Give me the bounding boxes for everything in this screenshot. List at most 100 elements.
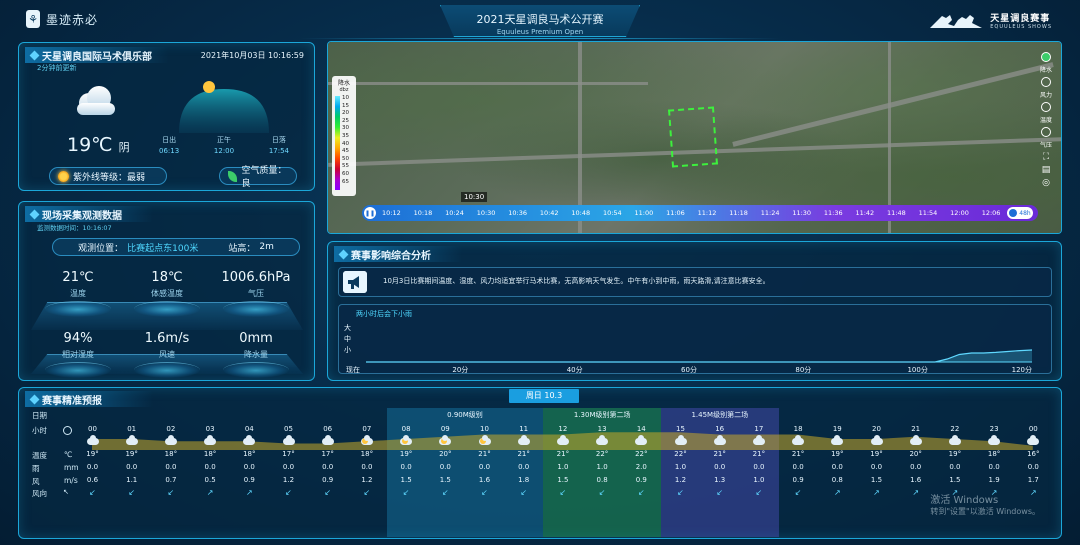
range-toggle[interactable]: 48h (1007, 207, 1033, 219)
cloud-icon (792, 435, 805, 445)
temp-value: 18° (987, 450, 1001, 458)
timeline-tick[interactable]: 10:24 (445, 209, 464, 217)
weather-icon (779, 435, 818, 445)
rain-xtick: 现在 (346, 365, 360, 374)
wind-value: 1.2 (361, 476, 373, 484)
air-chip: 空气质量：良 (219, 166, 297, 189)
hour-label: 20 (872, 425, 881, 433)
venue-boundary[interactable] (668, 106, 718, 168)
weather-icon (504, 435, 543, 445)
timeline-tick[interactable]: 11:24 (761, 209, 780, 217)
impact-summary: 10月3日比赛期间温度、湿度、风力均适宜举行马术比赛，无高影响天气发生。中午有小… (338, 267, 1052, 297)
wind-arrow-icon: ↙ (677, 488, 684, 497)
wind-dir: ↙ (465, 488, 504, 497)
timeline-tick[interactable]: 12:00 (950, 209, 969, 217)
cloud-icon (635, 435, 648, 445)
layers-icon[interactable]: ▤ (1035, 165, 1057, 175)
timeline-tick[interactable]: 11:30 (792, 209, 811, 217)
radar-legend: 降水 dbz 10 15 20 25 30 35 40 45 50 55 60 65 (332, 76, 356, 196)
impact-title: 赛事影响综合分析 (351, 250, 431, 262)
weather-icon (387, 435, 426, 445)
cloud-icon (243, 435, 256, 445)
radar-map[interactable]: 降水 dbz 10 15 20 25 30 35 40 45 50 55 60 65 降水 风力 温度… (327, 41, 1062, 234)
timeline-tick[interactable]: 11:36 (824, 209, 843, 217)
timeline-tick[interactable]: 11:48 (887, 209, 906, 217)
wind-value: 0.6 (86, 476, 99, 484)
panel-title-obs: 现场采集观测数据 (25, 206, 185, 222)
obs-title: 现场采集观测数据 (42, 210, 122, 222)
cloud-icon (321, 435, 334, 445)
timeline-tick[interactable]: 10:36 (508, 209, 527, 217)
timeline-tick[interactable]: 11:00 (635, 209, 654, 217)
rain-value: 0.0 (792, 463, 804, 471)
rain-title: 两小时后会下小雨 (356, 310, 412, 318)
wind-value: 1.3 (714, 476, 726, 484)
weather-icon (1014, 435, 1053, 445)
hour-label: 11 (519, 425, 529, 433)
timeline-tick[interactable]: 11:06 (666, 209, 685, 217)
wind-value: 1.2 (674, 476, 687, 484)
timeline-tick[interactable]: 11:18 (729, 209, 748, 217)
rain-value: 0.0 (753, 463, 765, 471)
metric-temp: 21℃ 温度 (41, 270, 115, 317)
event-band-label: 1.30M级别第二场 (573, 411, 631, 419)
hour-label: 07 (362, 425, 372, 433)
diamond-icon (29, 50, 40, 60)
rain-value: 1.0 (596, 463, 608, 471)
timeline-tick[interactable]: 11:42 (855, 209, 874, 217)
temp-value: 20° (439, 450, 452, 458)
timeline-tick[interactable]: 12:06 (982, 209, 1001, 217)
forecast-date[interactable]: 周日 10.3 (509, 389, 579, 403)
pause-button[interactable]: ❚❚ (364, 207, 376, 219)
tool-precip[interactable]: 降水 (1035, 52, 1057, 74)
temp-value: 17° (282, 450, 295, 458)
fullscreen-icon[interactable]: ⛶ (1035, 152, 1057, 162)
sun-times: 日出 06:13 正午 12:00 日落 17:54 (159, 135, 289, 155)
timeline-tick[interactable]: 10:42 (540, 209, 559, 217)
weather-icon (308, 435, 347, 445)
wind-value: 1.8 (518, 476, 530, 484)
hour-label: 02 (166, 425, 176, 433)
temp-value: 21° (478, 450, 491, 458)
cloud-icon (204, 435, 217, 445)
timeline-tick[interactable]: 10:48 (571, 209, 590, 217)
timeline-tick[interactable]: 10:18 (414, 209, 433, 217)
legend-value: 35 (342, 132, 349, 139)
tool-pressure[interactable]: 气压 (1035, 127, 1057, 149)
wind-arrow-icon: ↙ (402, 488, 410, 497)
wind-value: 0.5 (204, 476, 216, 484)
globe-icon[interactable]: ◎ (1035, 178, 1057, 188)
weather-icon (896, 435, 935, 445)
windows-watermark: 激活 Windows 转到"设置"以激活 Windows。 (930, 495, 1040, 516)
diamond-icon (29, 394, 40, 404)
timeline-tick[interactable]: 10:30 (477, 209, 496, 217)
wind-dir: ↙ (739, 488, 778, 497)
wind-arrow-icon: ↙ (167, 488, 175, 497)
temp-value: 21° (517, 450, 530, 458)
temp-value: 21° (752, 450, 766, 458)
row-label-temp: 温度 (32, 451, 47, 460)
tool-temp[interactable]: 温度 (1035, 102, 1057, 124)
timeline-slider[interactable]: ❚❚ 10:12 10:18 10:24 10:30 10:36 10:42 10:48 10… (362, 205, 1038, 221)
impact-text: 10月3日比赛期间温度、湿度、风力均适宜举行马术比赛，无高影响天气发生。中午有小… (383, 277, 770, 285)
wind-arrow-icon: ↙ (285, 488, 292, 497)
rain-level-label: 中 (344, 334, 351, 343)
rain-area (366, 350, 1032, 362)
hour-label: 16 (715, 425, 725, 433)
obs-location: 观测位置： 比赛起点东100米 站高： 2m (52, 238, 300, 256)
wind-dir: ↙ (112, 488, 151, 497)
wind-arrow-icon: ↗ (912, 488, 920, 497)
tool-wind[interactable]: 风力 (1035, 77, 1057, 99)
timeline-tick[interactable]: 11:54 (919, 209, 938, 217)
top-bar: ⚘ 墨迹赤必 2021天星调良马术公开赛 Equuleus Premium Op… (0, 0, 1080, 39)
timeline-tick[interactable]: 10:12 (382, 209, 401, 217)
forecast-panel: 赛事精准预报 周日 10.3 0.90M级别 1.30M级别第二场 1.45M级别第… (18, 387, 1062, 539)
hour-label: 13 (597, 425, 607, 433)
map-toolbar: 降水 风力 温度 气压 ⛶ ▤ ◎ (1035, 52, 1057, 191)
timeline-tick[interactable]: 11:12 (698, 209, 717, 217)
wind-value: 0.9 (635, 476, 647, 484)
legend-unit: dbz (339, 87, 349, 93)
hour-label: 21 (911, 425, 921, 433)
forecast-title: 赛事精准预报 (42, 395, 102, 407)
timeline-tick[interactable]: 10:54 (603, 209, 622, 217)
